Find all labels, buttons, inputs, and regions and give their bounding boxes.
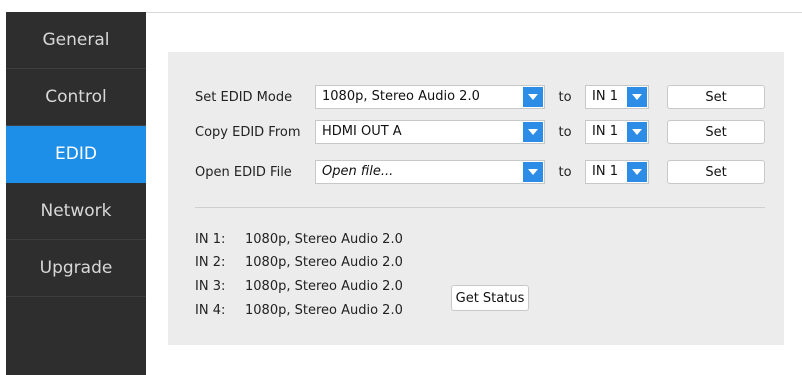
status-port: IN 3: — [195, 279, 226, 294]
chevron-down-icon[interactable] — [523, 87, 543, 107]
open-file-target-select[interactable]: IN 1 — [585, 160, 649, 184]
copy-edid-from-label: Copy EDID From — [195, 124, 301, 140]
copy-edid-set-button[interactable]: Set — [667, 120, 765, 144]
edid-mode-target-value: IN 1 — [592, 89, 618, 104]
edid-panel: Set EDID Mode 1080p, Stereo Audio 2.0 to… — [168, 52, 784, 345]
edid-mode-value: 1080p, Stereo Audio 2.0 — [322, 89, 480, 104]
to-label: to — [558, 89, 572, 105]
sidebar-item-upgrade[interactable]: Upgrade — [6, 240, 146, 297]
sidebar-item-edid[interactable]: EDID — [6, 126, 146, 183]
open-file-value: Open file... — [322, 164, 394, 179]
status-line-in4: IN 4: 1080p, Stereo Audio 2.0 — [195, 303, 403, 318]
section-divider — [195, 207, 765, 208]
open-file-target-value: IN 1 — [592, 164, 618, 179]
chevron-down-icon[interactable] — [523, 162, 543, 182]
copy-edid-source-value: HDMI OUT A — [322, 124, 402, 139]
sidebar-item-network[interactable]: Network — [6, 183, 146, 240]
to-label: to — [558, 164, 572, 180]
open-edid-file-row: Open EDID File Open file... to IN 1 Set — [195, 160, 765, 184]
status-line-in3: IN 3: 1080p, Stereo Audio 2.0 — [195, 279, 403, 294]
open-file-set-button[interactable]: Set — [667, 160, 765, 184]
status-value: 1080p, Stereo Audio 2.0 — [245, 303, 403, 318]
edid-mode-target-select[interactable]: IN 1 — [585, 85, 649, 109]
status-value: 1080p, Stereo Audio 2.0 — [245, 279, 403, 294]
chevron-down-icon[interactable] — [523, 122, 543, 142]
status-value: 1080p, Stereo Audio 2.0 — [245, 255, 403, 270]
chevron-down-icon[interactable] — [627, 87, 647, 107]
get-status-button[interactable]: Get Status — [451, 285, 529, 311]
copy-edid-source-select[interactable]: HDMI OUT A — [315, 120, 545, 144]
to-label: to — [558, 124, 572, 140]
set-edid-mode-row: Set EDID Mode 1080p, Stereo Audio 2.0 to… — [195, 85, 765, 109]
status-port: IN 1: — [195, 232, 226, 247]
status-line-in2: IN 2: 1080p, Stereo Audio 2.0 — [195, 255, 403, 270]
open-file-select[interactable]: Open file... — [315, 160, 545, 184]
copy-edid-row: Copy EDID From HDMI OUT A to IN 1 Set — [195, 120, 765, 144]
set-edid-mode-button[interactable]: Set — [667, 85, 765, 109]
status-port: IN 4: — [195, 303, 226, 318]
open-edid-file-label: Open EDID File — [195, 164, 292, 180]
status-value: 1080p, Stereo Audio 2.0 — [245, 232, 403, 247]
copy-edid-target-value: IN 1 — [592, 124, 618, 139]
status-port: IN 2: — [195, 255, 226, 270]
set-edid-mode-label: Set EDID Mode — [195, 89, 293, 105]
copy-edid-target-select[interactable]: IN 1 — [585, 120, 649, 144]
sidebar-item-control[interactable]: Control — [6, 69, 146, 126]
sidebar-nav: General Control EDID Network Upgrade — [6, 12, 146, 375]
chevron-down-icon[interactable] — [627, 122, 647, 142]
edid-mode-select[interactable]: 1080p, Stereo Audio 2.0 — [315, 85, 545, 109]
sidebar-item-general[interactable]: General — [6, 12, 146, 69]
status-line-in1: IN 1: 1080p, Stereo Audio 2.0 — [195, 232, 403, 247]
chevron-down-icon[interactable] — [627, 162, 647, 182]
header-divider — [146, 12, 802, 13]
